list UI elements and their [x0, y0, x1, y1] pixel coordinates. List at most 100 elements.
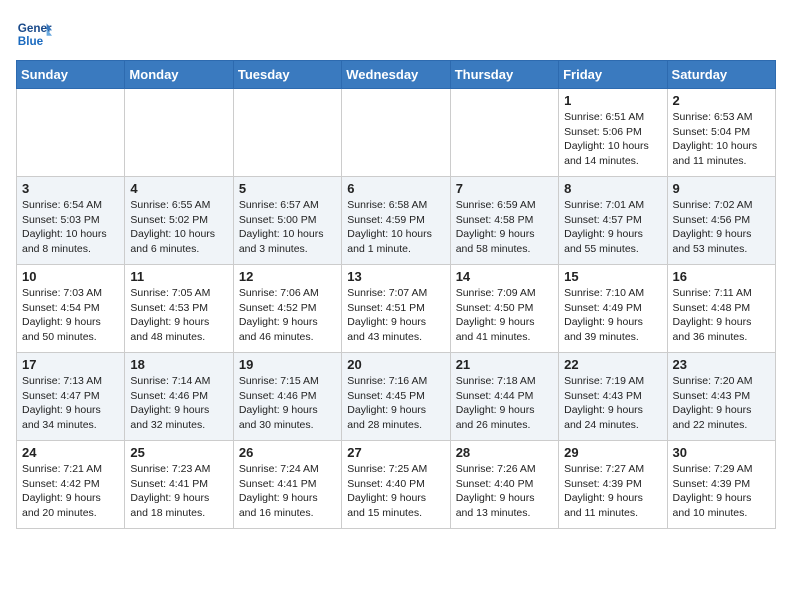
day-info: Sunrise: 7:18 AM Sunset: 4:44 PM Dayligh…	[456, 374, 553, 433]
logo: General Blue	[16, 16, 56, 52]
calendar-week-5: 24 Sunrise: 7:21 AM Sunset: 4:42 PM Dayli…	[17, 441, 776, 529]
day-info: Sunrise: 6:59 AM Sunset: 4:58 PM Dayligh…	[456, 198, 553, 257]
calendar-cell: 29 Sunrise: 7:27 AM Sunset: 4:39 PM Dayli…	[559, 441, 667, 529]
calendar-cell: 13 Sunrise: 7:07 AM Sunset: 4:51 PM Dayli…	[342, 265, 450, 353]
day-header-monday: Monday	[125, 61, 233, 89]
day-number: 9	[673, 181, 770, 196]
calendar-cell: 9 Sunrise: 7:02 AM Sunset: 4:56 PM Daylig…	[667, 177, 775, 265]
calendar-week-3: 10 Sunrise: 7:03 AM Sunset: 4:54 PM Dayli…	[17, 265, 776, 353]
calendar-cell: 23 Sunrise: 7:20 AM Sunset: 4:43 PM Dayli…	[667, 353, 775, 441]
day-info: Sunrise: 7:06 AM Sunset: 4:52 PM Dayligh…	[239, 286, 336, 345]
calendar-cell	[125, 89, 233, 177]
calendar-cell: 8 Sunrise: 7:01 AM Sunset: 4:57 PM Daylig…	[559, 177, 667, 265]
day-number: 22	[564, 357, 661, 372]
day-info: Sunrise: 7:01 AM Sunset: 4:57 PM Dayligh…	[564, 198, 661, 257]
day-number: 6	[347, 181, 444, 196]
day-number: 25	[130, 445, 227, 460]
day-info: Sunrise: 7:03 AM Sunset: 4:54 PM Dayligh…	[22, 286, 119, 345]
day-number: 12	[239, 269, 336, 284]
calendar-cell: 25 Sunrise: 7:23 AM Sunset: 4:41 PM Dayli…	[125, 441, 233, 529]
calendar-cell: 26 Sunrise: 7:24 AM Sunset: 4:41 PM Dayli…	[233, 441, 341, 529]
day-info: Sunrise: 7:27 AM Sunset: 4:39 PM Dayligh…	[564, 462, 661, 521]
day-header-wednesday: Wednesday	[342, 61, 450, 89]
calendar-cell: 11Sunrise: 7:05 AM Sunset: 4:53 PM Dayli…	[125, 265, 233, 353]
calendar-cell	[233, 89, 341, 177]
day-number: 24	[22, 445, 119, 460]
calendar-cell: 22 Sunrise: 7:19 AM Sunset: 4:43 PM Dayli…	[559, 353, 667, 441]
day-number: 16	[673, 269, 770, 284]
calendar-cell: 28 Sunrise: 7:26 AM Sunset: 4:40 PM Dayli…	[450, 441, 558, 529]
calendar-cell: 15 Sunrise: 7:10 AM Sunset: 4:49 PM Dayli…	[559, 265, 667, 353]
day-number: 21	[456, 357, 553, 372]
day-number: 18	[130, 357, 227, 372]
day-number: 11	[130, 269, 227, 284]
day-number: 28	[456, 445, 553, 460]
day-info: Sunrise: 7:15 AM Sunset: 4:46 PM Dayligh…	[239, 374, 336, 433]
day-number: 4	[130, 181, 227, 196]
day-info: Sunrise: 7:24 AM Sunset: 4:41 PM Dayligh…	[239, 462, 336, 521]
day-info: Sunrise: 7:25 AM Sunset: 4:40 PM Dayligh…	[347, 462, 444, 521]
day-header-saturday: Saturday	[667, 61, 775, 89]
logo-icon: General Blue	[16, 16, 52, 52]
calendar-week-4: 17 Sunrise: 7:13 AM Sunset: 4:47 PM Dayli…	[17, 353, 776, 441]
day-header-friday: Friday	[559, 61, 667, 89]
day-info: Sunrise: 7:21 AM Sunset: 4:42 PM Dayligh…	[22, 462, 119, 521]
calendar-cell: 4 Sunrise: 6:55 AM Sunset: 5:02 PM Daylig…	[125, 177, 233, 265]
calendar-cell: 19Sunrise: 7:15 AM Sunset: 4:46 PM Dayli…	[233, 353, 341, 441]
day-info: Sunrise: 6:54 AM Sunset: 5:03 PM Dayligh…	[22, 198, 119, 257]
calendar-header-row: SundayMondayTuesdayWednesdayThursdayFrid…	[17, 61, 776, 89]
day-number: 14	[456, 269, 553, 284]
day-number: 3	[22, 181, 119, 196]
calendar-cell: 17 Sunrise: 7:13 AM Sunset: 4:47 PM Dayli…	[17, 353, 125, 441]
calendar-cell: 21 Sunrise: 7:18 AM Sunset: 4:44 PM Dayli…	[450, 353, 558, 441]
calendar-cell: 5Sunrise: 6:57 AM Sunset: 5:00 PM Daylig…	[233, 177, 341, 265]
calendar-cell: 16 Sunrise: 7:11 AM Sunset: 4:48 PM Dayli…	[667, 265, 775, 353]
day-number: 30	[673, 445, 770, 460]
day-number: 17	[22, 357, 119, 372]
svg-text:Blue: Blue	[18, 35, 44, 48]
day-info: Sunrise: 7:10 AM Sunset: 4:49 PM Dayligh…	[564, 286, 661, 345]
calendar-cell: 14Sunrise: 7:09 AM Sunset: 4:50 PM Dayli…	[450, 265, 558, 353]
day-number: 23	[673, 357, 770, 372]
day-number: 27	[347, 445, 444, 460]
calendar-week-2: 3 Sunrise: 6:54 AM Sunset: 5:03 PM Daylig…	[17, 177, 776, 265]
day-info: Sunrise: 7:07 AM Sunset: 4:51 PM Dayligh…	[347, 286, 444, 345]
day-info: Sunrise: 7:13 AM Sunset: 4:47 PM Dayligh…	[22, 374, 119, 433]
day-info: Sunrise: 7:26 AM Sunset: 4:40 PM Dayligh…	[456, 462, 553, 521]
day-number: 29	[564, 445, 661, 460]
day-header-thursday: Thursday	[450, 61, 558, 89]
calendar-cell: 1 Sunrise: 6:51 AM Sunset: 5:06 PM Daylig…	[559, 89, 667, 177]
calendar-cell	[17, 89, 125, 177]
day-info: Sunrise: 7:14 AM Sunset: 4:46 PM Dayligh…	[130, 374, 227, 433]
day-header-sunday: Sunday	[17, 61, 125, 89]
calendar-cell: 2 Sunrise: 6:53 AM Sunset: 5:04 PM Daylig…	[667, 89, 775, 177]
day-number: 8	[564, 181, 661, 196]
day-number: 2	[673, 93, 770, 108]
calendar-cell: 27 Sunrise: 7:25 AM Sunset: 4:40 PM Dayli…	[342, 441, 450, 529]
calendar-cell	[342, 89, 450, 177]
calendar-cell	[450, 89, 558, 177]
calendar-cell: 3 Sunrise: 6:54 AM Sunset: 5:03 PM Daylig…	[17, 177, 125, 265]
page-header: General Blue	[16, 16, 776, 52]
calendar-cell: 6Sunrise: 6:58 AM Sunset: 4:59 PM Daylig…	[342, 177, 450, 265]
calendar-cell: 10 Sunrise: 7:03 AM Sunset: 4:54 PM Dayli…	[17, 265, 125, 353]
day-info: Sunrise: 6:57 AM Sunset: 5:00 PM Dayligh…	[239, 198, 336, 257]
day-info: Sunrise: 7:23 AM Sunset: 4:41 PM Dayligh…	[130, 462, 227, 521]
day-number: 26	[239, 445, 336, 460]
day-number: 20	[347, 357, 444, 372]
day-info: Sunrise: 7:20 AM Sunset: 4:43 PM Dayligh…	[673, 374, 770, 433]
day-number: 15	[564, 269, 661, 284]
day-info: Sunrise: 7:11 AM Sunset: 4:48 PM Dayligh…	[673, 286, 770, 345]
day-info: Sunrise: 7:19 AM Sunset: 4:43 PM Dayligh…	[564, 374, 661, 433]
calendar-cell: 7Sunrise: 6:59 AM Sunset: 4:58 PM Daylig…	[450, 177, 558, 265]
day-info: Sunrise: 7:16 AM Sunset: 4:45 PM Dayligh…	[347, 374, 444, 433]
day-number: 10	[22, 269, 119, 284]
day-info: Sunrise: 6:55 AM Sunset: 5:02 PM Dayligh…	[130, 198, 227, 257]
day-info: Sunrise: 6:53 AM Sunset: 5:04 PM Dayligh…	[673, 110, 770, 169]
day-info: Sunrise: 6:51 AM Sunset: 5:06 PM Dayligh…	[564, 110, 661, 169]
day-number: 1	[564, 93, 661, 108]
day-info: Sunrise: 7:29 AM Sunset: 4:39 PM Dayligh…	[673, 462, 770, 521]
day-info: Sunrise: 7:02 AM Sunset: 4:56 PM Dayligh…	[673, 198, 770, 257]
calendar-cell: 12 Sunrise: 7:06 AM Sunset: 4:52 PM Dayli…	[233, 265, 341, 353]
day-number: 13	[347, 269, 444, 284]
